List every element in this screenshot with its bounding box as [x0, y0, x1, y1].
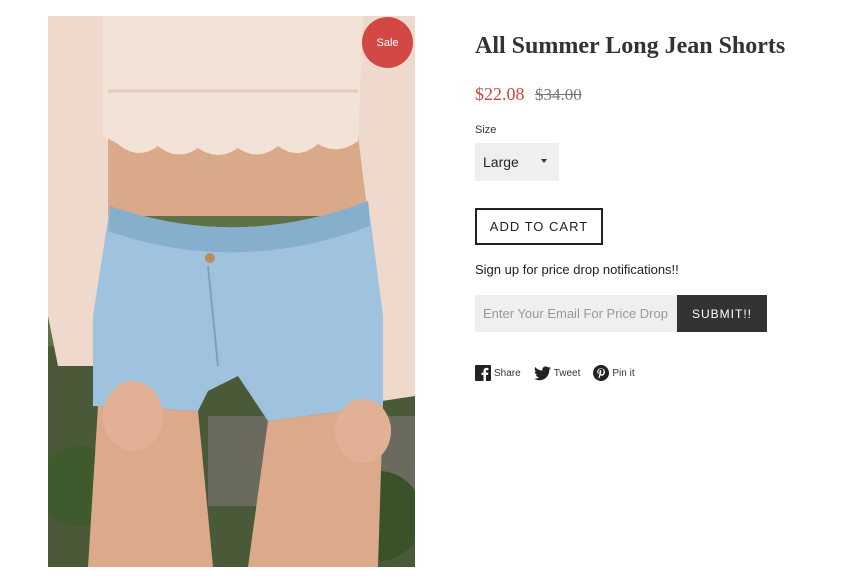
share-facebook-link[interactable]: Share: [475, 365, 521, 381]
facebook-icon: [475, 365, 494, 381]
product-photo: [48, 16, 415, 567]
sale-badge: Sale: [362, 17, 413, 68]
product-title: All Summer Long Jean Shorts: [475, 33, 786, 59]
twitter-icon: [533, 365, 554, 381]
size-select[interactable]: Large: [475, 143, 559, 181]
pin-label: Pin it: [612, 367, 635, 379]
caret-down-icon: [541, 159, 547, 163]
sale-price: $22.08: [475, 84, 525, 104]
size-select-value: Large: [483, 154, 519, 170]
size-label: Size: [475, 124, 497, 136]
product-image[interactable]: [48, 16, 415, 567]
price-drop-signup-text: Sign up for price drop notifications!!: [475, 262, 679, 277]
price-drop-email-input[interactable]: [475, 295, 677, 332]
submit-button[interactable]: SUBMIT!!: [677, 295, 767, 332]
share-label: Share: [494, 367, 521, 379]
share-pinterest-link[interactable]: Pin it: [593, 365, 635, 381]
share-twitter-link[interactable]: Tweet: [533, 365, 581, 381]
pinterest-icon: [593, 365, 612, 381]
original-price: $34.00: [535, 85, 582, 104]
add-to-cart-button[interactable]: ADD TO CART: [475, 208, 603, 245]
tweet-label: Tweet: [553, 367, 581, 379]
social-share-row: Share Tweet Pin it: [475, 363, 648, 383]
price-row: $22.08 $34.00: [475, 84, 582, 105]
